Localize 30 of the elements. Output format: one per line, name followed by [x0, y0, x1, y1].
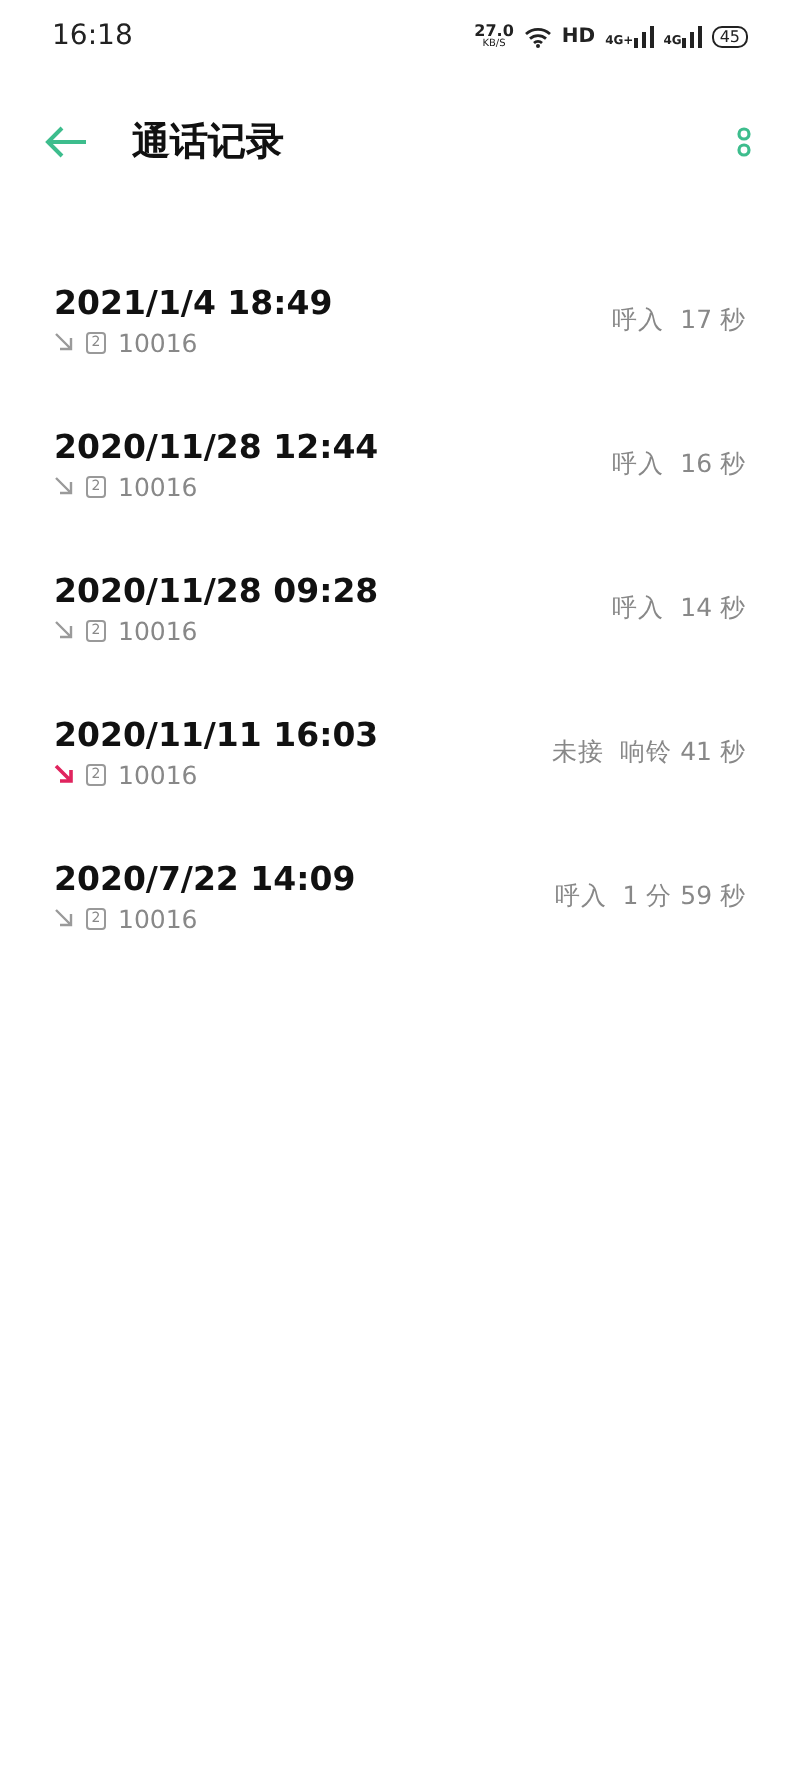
wifi-icon — [523, 25, 552, 47]
incoming-arrow-icon — [54, 476, 74, 496]
signal-icon — [633, 25, 654, 47]
back-button[interactable] — [44, 126, 88, 158]
call-datetime: 2020/11/28 09:28 — [54, 571, 381, 609]
phone-number: 10016 — [118, 471, 198, 501]
signal-icon — [681, 25, 702, 47]
call-detail: 呼入 1 分 59 秒 — [554, 879, 746, 913]
call-datetime: 2020/7/22 14:09 — [54, 859, 358, 897]
more-options-button[interactable] — [736, 126, 752, 158]
call-datetime: 2021/1/4 18:49 — [54, 283, 335, 321]
phone-number: 10016 — [118, 759, 198, 789]
page-title: 通话记录 — [132, 118, 286, 168]
battery-level: 45 — [711, 25, 748, 47]
call-detail: 呼入 16 秒 — [612, 447, 746, 481]
phone-number: 10016 — [118, 615, 198, 645]
network-speed: 27.0 — [474, 23, 514, 39]
status-time: 16:18 — [52, 20, 133, 52]
phone-number: 10016 — [118, 327, 198, 357]
incoming-arrow-icon — [54, 620, 74, 640]
call-detail: 呼入 14 秒 — [612, 591, 746, 625]
incoming-arrow-icon — [54, 908, 74, 928]
call-datetime: 2020/11/28 12:44 — [54, 427, 381, 465]
call-detail: 呼入 17 秒 — [612, 303, 746, 337]
incoming-arrow-icon — [54, 764, 74, 784]
phone-number: 10016 — [118, 903, 198, 933]
call-detail: 未接 响铃 41 秒 — [552, 735, 746, 769]
hd-label: HD — [561, 25, 596, 47]
call-datetime: 2020/11/11 16:03 — [54, 715, 381, 753]
incoming-arrow-icon — [54, 332, 74, 352]
